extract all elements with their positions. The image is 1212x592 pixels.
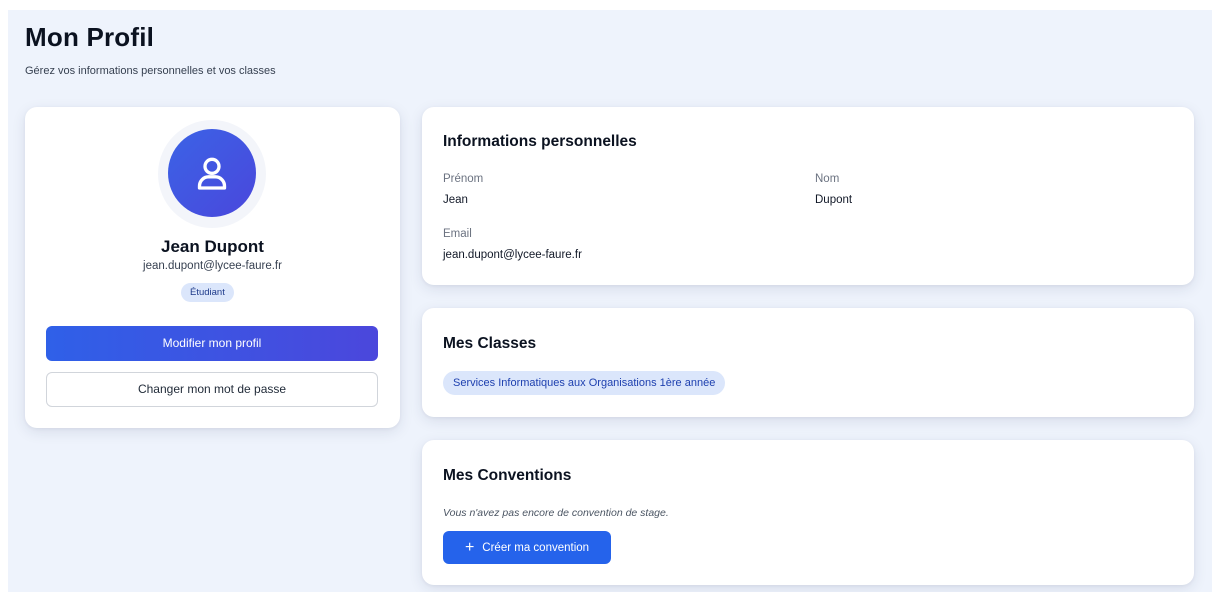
- change-password-button[interactable]: Changer mon mot de passe: [46, 372, 378, 407]
- avatar: [168, 129, 256, 217]
- profile-email: jean.dupont@lycee-faure.fr: [143, 260, 282, 272]
- conventions-card: Mes Conventions Vous n'avez pas encore d…: [422, 440, 1194, 585]
- email-label: Email: [443, 228, 472, 240]
- personal-info-card: Informations personnelles Prénom Jean No…: [422, 107, 1194, 285]
- class-chip: Services Informatiques aux Organisations…: [443, 371, 726, 395]
- create-convention-label: Créer ma convention: [482, 541, 590, 554]
- plus-icon: +: [464, 538, 475, 556]
- profile-summary-card: Jean Dupont jean.dupont@lycee-faure.fr É…: [25, 107, 400, 428]
- personal-info-title: Informations personnelles: [443, 133, 637, 150]
- role-badge: Étudiant: [181, 283, 234, 302]
- email-value: jean.dupont@lycee-faure.fr: [443, 249, 582, 261]
- page-subtitle: Gérez vos informations personnelles et v…: [25, 65, 276, 77]
- classes-card: Mes Classes Services Informatiques aux O…: [422, 308, 1194, 417]
- last-name-label: Nom: [815, 173, 840, 185]
- last-name-value: Dupont: [815, 194, 853, 206]
- create-convention-button[interactable]: + Créer ma convention: [443, 531, 611, 564]
- profile-page: Mon Profil Gérez vos informations person…: [8, 10, 1212, 592]
- page-title: Mon Profil: [25, 22, 155, 52]
- edit-profile-button[interactable]: Modifier mon profil: [46, 326, 378, 361]
- classes-title: Mes Classes: [443, 335, 537, 352]
- first-name-label: Prénom: [443, 173, 484, 185]
- profile-name: Jean Dupont: [161, 237, 264, 256]
- conventions-empty-text: Vous n'avez pas encore de convention de …: [443, 507, 669, 519]
- first-name-value: Jean: [443, 194, 468, 206]
- conventions-title: Mes Conventions: [443, 467, 572, 484]
- user-icon: [197, 157, 227, 190]
